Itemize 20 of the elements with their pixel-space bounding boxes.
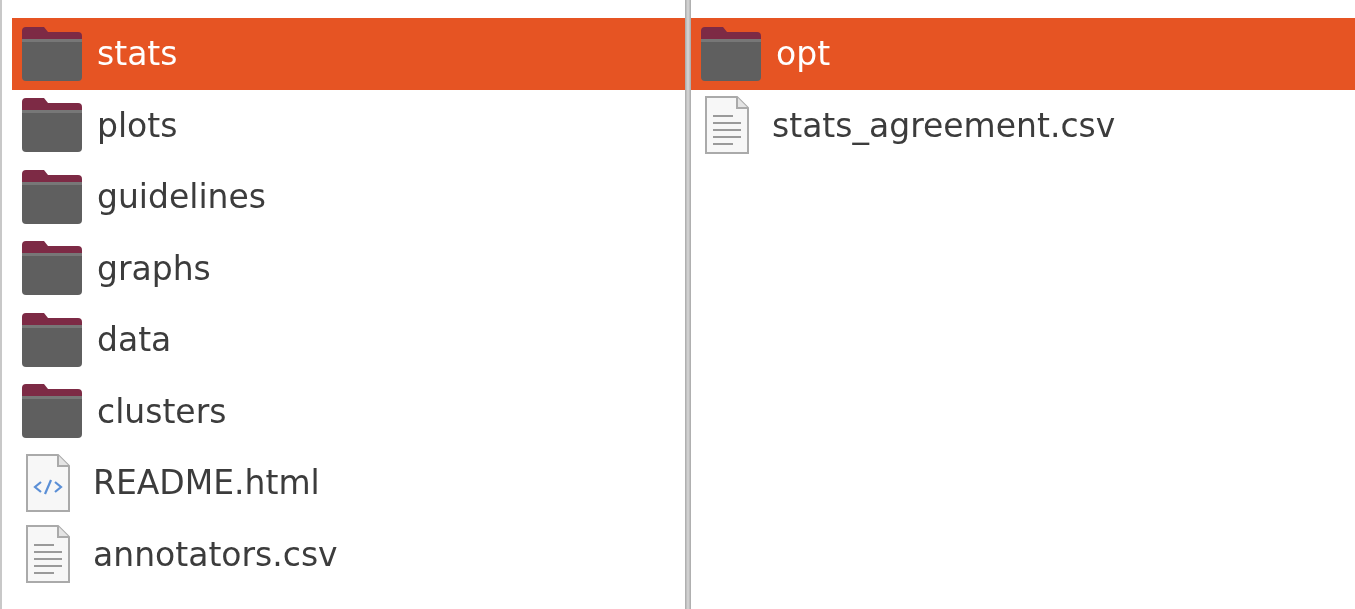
file-row[interactable]: data	[12, 304, 685, 376]
file-row[interactable]: opt	[691, 18, 1355, 90]
text-file-icon	[23, 523, 73, 586]
file-row[interactable]: clusters	[12, 375, 685, 447]
folder-icon	[20, 96, 84, 155]
file-row[interactable]: plots	[12, 89, 685, 161]
folder-icon	[20, 382, 84, 441]
file-row[interactable]: stats_agreement.csv	[691, 89, 1355, 161]
text-file-icon	[702, 94, 752, 157]
folder-icon	[699, 24, 763, 83]
folder-icon	[20, 239, 84, 298]
folder-icon	[20, 167, 84, 226]
folder-icon	[20, 310, 84, 369]
file-row[interactable]: stats	[12, 18, 685, 90]
file-row[interactable]: annotators.csv	[12, 518, 685, 590]
html-file-icon	[23, 451, 73, 514]
file-row[interactable]: README.html	[12, 447, 685, 519]
folder-icon	[20, 24, 84, 83]
file-row[interactable]: guidelines	[12, 161, 685, 233]
file-row[interactable]: graphs	[12, 232, 685, 304]
